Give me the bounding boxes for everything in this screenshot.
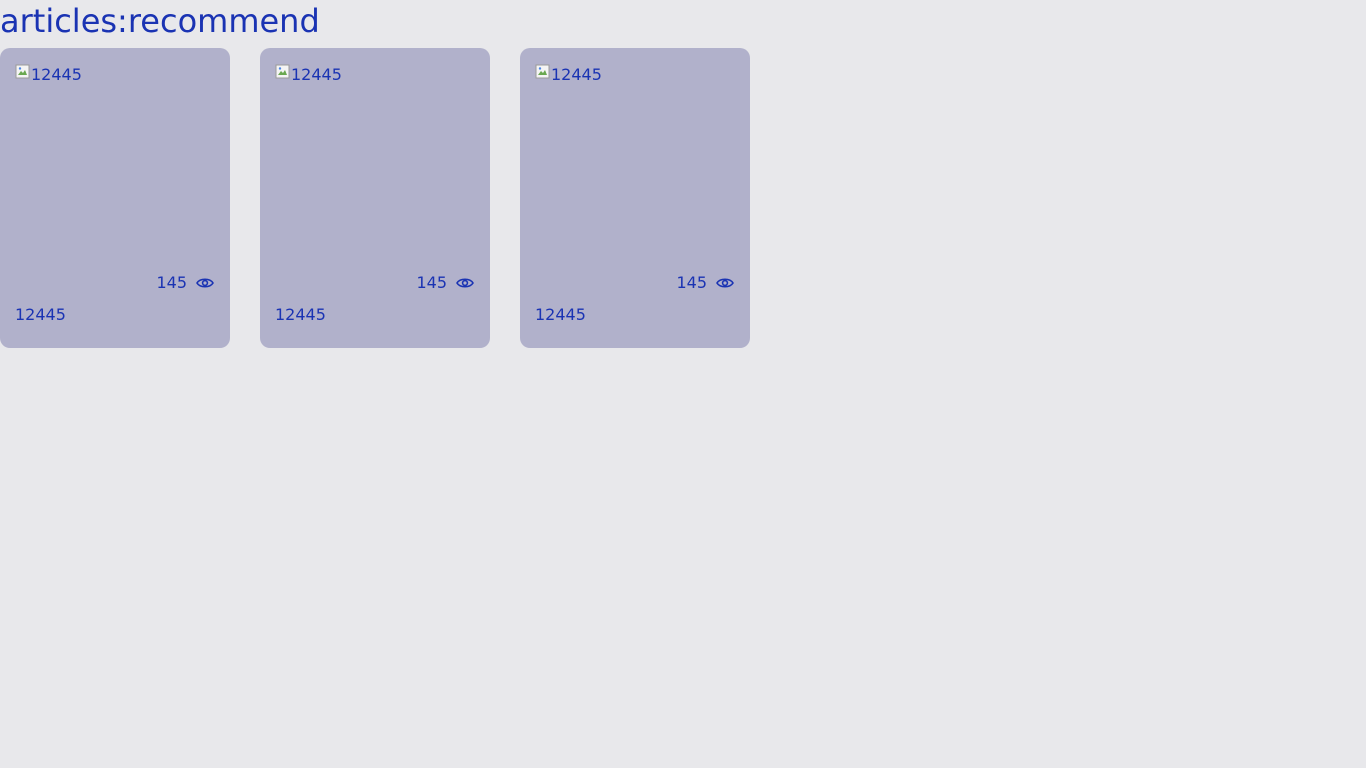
eye-icon (715, 276, 735, 290)
article-card[interactable]: 12445 145 12445 (0, 48, 230, 348)
broken-image-icon (275, 64, 291, 80)
article-card-list: 12445 145 12445 12445 145 12445 12445 14… (0, 48, 750, 348)
eye-icon (195, 276, 215, 290)
article-title[interactable]: 12445 (15, 304, 66, 326)
article-image[interactable]: 12445 (535, 63, 602, 84)
view-count-value: 145 (156, 273, 187, 292)
article-image[interactable]: 12445 (275, 63, 342, 84)
view-count-value: 145 (676, 273, 707, 292)
broken-image-icon (15, 64, 31, 80)
article-image[interactable]: 12445 (15, 63, 82, 84)
article-card[interactable]: 12445 145 12445 (520, 48, 750, 348)
article-image-alt: 12445 (291, 65, 342, 84)
article-image-alt: 12445 (31, 65, 82, 84)
broken-image-icon (535, 64, 551, 80)
article-card[interactable]: 12445 145 12445 (260, 48, 490, 348)
view-count: 145 (416, 272, 475, 294)
article-title[interactable]: 12445 (275, 304, 326, 326)
article-image-alt: 12445 (551, 65, 602, 84)
view-count: 145 (156, 272, 215, 294)
eye-icon (455, 276, 475, 290)
page-title: articles:recommend (0, 2, 320, 40)
article-title[interactable]: 12445 (535, 304, 586, 326)
view-count-value: 145 (416, 273, 447, 292)
view-count: 145 (676, 272, 735, 294)
